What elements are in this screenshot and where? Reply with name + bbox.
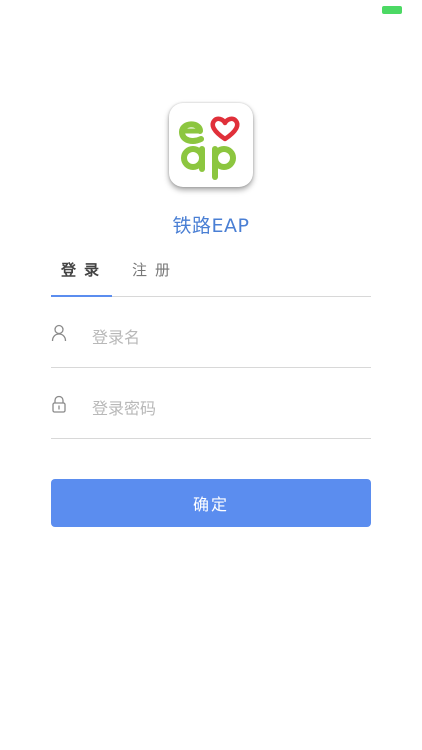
confirm-button[interactable]: 确定 [51, 479, 371, 527]
active-tab-indicator [51, 295, 112, 297]
tab-login[interactable]: 登录 [61, 258, 107, 296]
tab-register[interactable]: 注册 [132, 258, 178, 296]
lock-icon [52, 395, 66, 413]
app-logo [169, 103, 253, 187]
password-input[interactable] [92, 392, 362, 424]
app-title: 铁路EAP [172, 215, 250, 237]
eap-logo-graphic [178, 116, 240, 180]
username-field [51, 317, 371, 368]
password-field [51, 388, 371, 439]
auth-tabs: 登录 注册 [51, 258, 371, 297]
username-input[interactable] [92, 321, 362, 353]
user-icon [51, 324, 67, 342]
battery-icon [382, 6, 402, 14]
status-bar [0, 0, 422, 20]
